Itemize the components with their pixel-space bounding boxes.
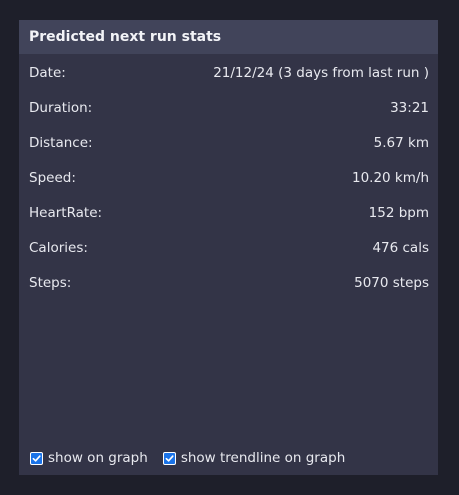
stat-value: 33:21 (390, 99, 429, 116)
stat-value: 152 bpm (368, 204, 429, 221)
show-on-graph-label: show on graph (48, 450, 148, 466)
stat-value: 5070 steps (354, 274, 429, 291)
stat-row-calories: Calories: 476 cals (29, 230, 429, 265)
stat-value: 476 cals (372, 239, 429, 256)
show-trendline-checkbox[interactable] (162, 451, 176, 465)
stat-label: Speed: (29, 169, 76, 186)
show-on-graph-checkbox[interactable] (30, 451, 43, 465)
show-trendline-option[interactable]: show trendline on graph (162, 450, 346, 466)
checkmark-icon (163, 452, 175, 464)
stats-list: Date: 21/12/24 (3 days from last run ) D… (19, 55, 438, 300)
stat-row-date: Date: 21/12/24 (3 days from last run ) (29, 55, 429, 90)
stat-label: Distance: (29, 134, 93, 151)
stat-label: Calories: (29, 239, 88, 256)
stat-label: Duration: (29, 99, 93, 116)
stat-value: 5.67 km (373, 134, 429, 151)
graph-options: show on graph show trendline on graph (30, 450, 360, 466)
stat-row-heartrate: HeartRate: 152 bpm (29, 195, 429, 230)
stat-label: Date: (29, 64, 66, 81)
stat-label: Steps: (29, 274, 72, 291)
stat-value: 21/12/24 (3 days from last run ) (213, 64, 429, 81)
panel-title: Predicted next run stats (19, 20, 438, 54)
show-on-graph-option[interactable]: show on graph (30, 450, 148, 466)
predicted-stats-panel: Predicted next run stats Date: 21/12/24 … (19, 20, 438, 475)
stat-row-steps: Steps: 5070 steps (29, 265, 429, 300)
stat-row-distance: Distance: 5.67 km (29, 125, 429, 160)
stat-value: 10.20 km/h (351, 169, 429, 186)
stat-row-speed: Speed: 10.20 km/h (29, 160, 429, 195)
stat-row-duration: Duration: 33:21 (29, 90, 429, 125)
stat-label: HeartRate: (29, 204, 103, 221)
show-trendline-label: show trendline on graph (180, 450, 346, 466)
checkmark-icon (31, 452, 42, 464)
